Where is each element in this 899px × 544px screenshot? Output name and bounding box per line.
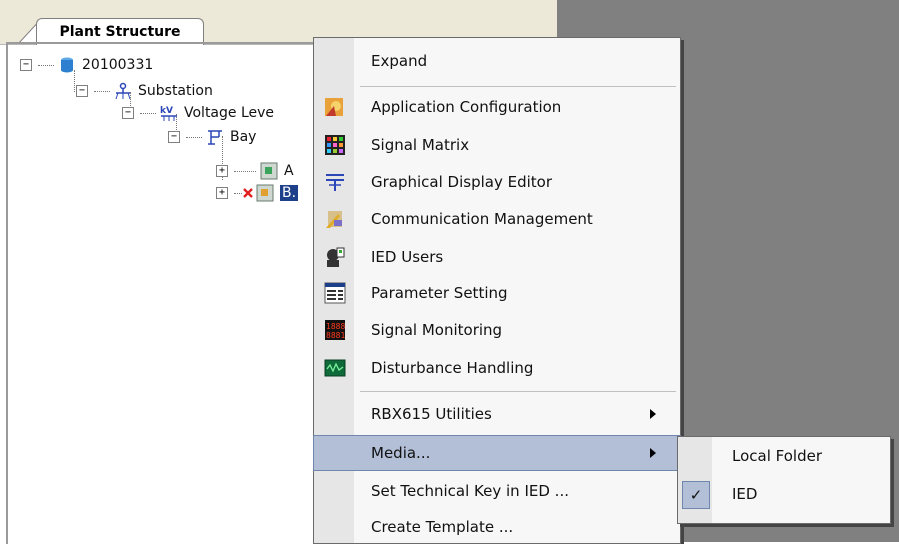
substation-icon xyxy=(115,82,131,100)
tree-connector xyxy=(140,112,156,114)
tree-node-label: B. xyxy=(280,185,299,201)
submenu-item-label: IED xyxy=(732,485,758,503)
signal-matrix-icon xyxy=(325,135,345,155)
media-submenu: Local Folder ✓ IED xyxy=(677,436,891,524)
menu-item-label: RBX615 Utilities xyxy=(371,405,492,423)
menu-item-parameter-setting[interactable]: Parameter Setting xyxy=(314,276,680,310)
menu-item-label: Create Template ... xyxy=(371,518,514,536)
tree-node-ied-a[interactable]: + A xyxy=(216,160,294,182)
database-icon xyxy=(61,57,73,73)
collapse-toggle[interactable]: − xyxy=(20,59,32,71)
submenu-item-ied[interactable]: ✓ IED xyxy=(678,475,890,513)
communication-management-icon xyxy=(326,211,342,228)
menu-item-ied-users[interactable]: IED Users xyxy=(314,240,680,274)
application-configuration-icon xyxy=(325,98,343,116)
tab-plant-structure[interactable]: Plant Structure xyxy=(36,18,204,45)
ied-users-icon xyxy=(327,247,345,267)
menu-item-label: Communication Management xyxy=(371,210,593,228)
menu-item-expand[interactable]: Expand xyxy=(314,44,680,78)
collapse-toggle[interactable]: − xyxy=(76,85,88,97)
expand-toggle[interactable]: + xyxy=(216,165,228,177)
menu-item-label: Signal Matrix xyxy=(371,136,470,154)
graphical-display-editor-icon xyxy=(326,174,344,191)
tree-node-voltage-level[interactable]: − kV Voltage Leve xyxy=(122,102,274,124)
collapse-toggle[interactable]: − xyxy=(168,131,180,143)
menu-item-media[interactable]: Media... xyxy=(313,435,681,471)
menu-separator xyxy=(360,86,676,87)
tree-node-root[interactable]: − 20100331 xyxy=(20,54,153,76)
svg-text:1888: 1888 xyxy=(326,322,345,331)
voltage-level-icon: kV xyxy=(160,106,177,121)
menu-item-label: IED Users xyxy=(371,248,444,266)
submenu-arrow-icon xyxy=(650,448,656,458)
tree-connector xyxy=(94,90,110,92)
menu-item-set-technical-key[interactable]: Set Technical Key in IED ... xyxy=(314,474,680,508)
tree-node-substation[interactable]: − Substation xyxy=(76,80,213,102)
tree-node-ied-b[interactable]: + B. xyxy=(216,182,299,204)
ied-icon xyxy=(256,184,274,202)
tree-connector xyxy=(38,64,54,66)
svg-text:8881: 8881 xyxy=(326,331,345,340)
tree-node-label: 20100331 xyxy=(82,57,154,73)
parameter-setting-icon xyxy=(324,282,346,304)
menu-item-label: Disturbance Handling xyxy=(371,359,534,377)
checkmark-icon: ✓ xyxy=(682,481,710,509)
tree-node-bay[interactable]: − Bay xyxy=(168,126,256,148)
menu-item-label: Expand xyxy=(371,52,428,70)
menu-item-disturbance-handling[interactable]: Disturbance Handling xyxy=(314,351,680,385)
bay-icon xyxy=(208,130,222,145)
menu-item-label: Media... xyxy=(371,444,431,462)
menu-item-label: Graphical Display Editor xyxy=(371,173,553,191)
tree-connector xyxy=(234,170,256,172)
menu-item-application-configuration[interactable]: Application Configuration xyxy=(314,90,680,124)
tree-node-label: Substation xyxy=(138,83,213,99)
tree-node-label: A xyxy=(284,163,294,179)
expand-toggle[interactable]: + xyxy=(216,187,228,199)
menu-item-rbx615-utilities[interactable]: RBX615 Utilities xyxy=(314,397,680,431)
menu-item-create-template[interactable]: Create Template ... xyxy=(314,510,680,544)
context-menu: Expand Application Configuration Signal … xyxy=(313,37,681,544)
tree-connector xyxy=(186,136,202,138)
tree-connector xyxy=(234,192,242,194)
submenu-arrow-icon xyxy=(650,409,656,419)
svg-text:kV: kV xyxy=(160,106,173,116)
submenu-item-local-folder[interactable]: Local Folder xyxy=(678,437,890,475)
menu-item-label: Set Technical Key in IED ... xyxy=(371,482,569,500)
signal-monitoring-icon: 1888 8881 xyxy=(325,320,345,340)
menu-item-communication-management[interactable]: Communication Management xyxy=(314,202,680,236)
menu-item-label: Signal Monitoring xyxy=(371,321,503,339)
menu-item-signal-matrix[interactable]: Signal Matrix xyxy=(314,128,680,162)
submenu-item-label: Local Folder xyxy=(732,447,822,465)
menu-separator xyxy=(360,391,676,392)
error-x-icon xyxy=(243,188,253,198)
menu-item-signal-monitoring[interactable]: 1888 8881 Signal Monitoring xyxy=(314,313,680,347)
tree-node-label: Bay xyxy=(230,129,257,145)
collapse-toggle[interactable]: − xyxy=(122,107,134,119)
disturbance-handling-icon xyxy=(324,359,346,377)
ied-icon xyxy=(260,162,278,180)
menu-item-graphical-display-editor[interactable]: Graphical Display Editor xyxy=(314,165,680,199)
menu-item-label: Parameter Setting xyxy=(371,284,508,302)
menu-item-label: Application Configuration xyxy=(371,98,562,116)
tree-node-label: Voltage Leve xyxy=(184,105,275,121)
